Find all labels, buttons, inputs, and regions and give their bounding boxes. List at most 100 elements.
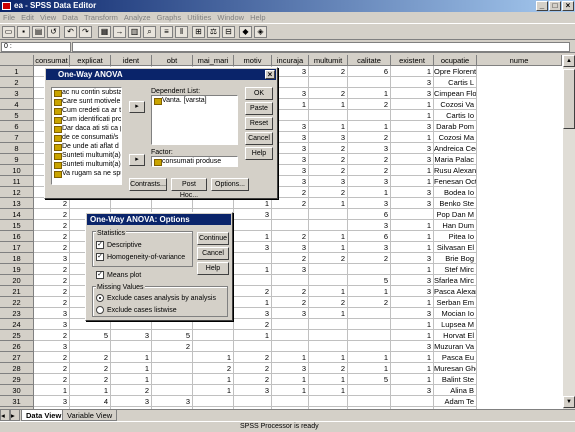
table-cell[interactable]: 3 [391,77,434,88]
table-cell[interactable]: Rusu Alexan [434,165,477,176]
list-item[interactable]: De unde ati aflat d [52,142,121,151]
table-cell[interactable]: Lupsea M [434,319,477,330]
table-cell[interactable]: 1 [391,176,434,187]
exclude-analysis-radio[interactable] [96,294,104,302]
table-cell[interactable]: 3 [348,198,391,209]
table-cell[interactable]: 2 [234,352,272,363]
table-cell[interactable]: 1 [309,242,348,253]
row-number[interactable]: 10 [0,165,34,176]
insert-case-icon[interactable]: ≡ [160,26,173,38]
table-cell[interactable] [152,374,193,385]
table-cell[interactable]: 5 [152,330,193,341]
table-cell[interactable]: 1 [111,374,152,385]
table-cell[interactable]: Silvasan El [434,242,477,253]
table-cell[interactable]: 1 [234,297,272,308]
table-cell[interactable]: 3 [272,308,309,319]
table-cell[interactable]: Fenesan Octav [434,176,477,187]
table-cell[interactable]: 1 [193,385,234,396]
row-number[interactable]: 16 [0,231,34,242]
table-cell[interactable]: 3 [348,220,391,231]
table-cell[interactable] [193,330,234,341]
table-cell[interactable]: 2 [34,275,70,286]
table-cell[interactable]: 1 [70,385,111,396]
table-cell[interactable]: Cartis Io [434,110,477,121]
table-cell[interactable]: Pasca Eu [434,352,477,363]
table-cell[interactable]: 3 [234,242,272,253]
table-cell[interactable] [309,220,348,231]
table-cell[interactable]: 2 [70,374,111,385]
split-file-icon[interactable]: ⊞ [192,26,205,38]
table-cell[interactable]: 3 [111,330,152,341]
table-cell[interactable]: 5 [348,374,391,385]
maximize-button[interactable]: □ [549,1,561,11]
table-cell[interactable]: 1 [272,385,309,396]
column-header[interactable]: consumat [34,55,70,66]
table-cell[interactable]: Benko Ste [434,198,477,209]
table-cell[interactable]: 6 [348,66,391,77]
redo-icon[interactable]: ↷ [79,26,92,38]
table-cell[interactable] [272,396,309,407]
column-header[interactable]: nume [477,55,562,66]
table-cell[interactable]: 2 [34,198,70,209]
help-button[interactable]: Help [245,147,273,160]
table-cell[interactable]: 1 [309,198,348,209]
row-number[interactable]: 9 [0,154,34,165]
list-item[interactable]: Vanta. [varsta] [152,96,237,105]
table-cell[interactable]: 3 [34,396,70,407]
table-cell[interactable]: 1 [391,242,434,253]
homogeneity-checkbox[interactable]: ✓ [96,253,104,261]
table-cell[interactable]: 1 [234,231,272,242]
table-cell[interactable]: 3 [348,143,391,154]
table-cell[interactable]: 1 [391,132,434,143]
table-cell[interactable]: 2 [34,297,70,308]
table-cell[interactable] [309,319,348,330]
table-cell[interactable]: 2 [234,374,272,385]
table-cell[interactable]: Han Dum [434,220,477,231]
table-cell[interactable]: Muzuran Va [434,341,477,352]
row-number[interactable]: 14 [0,209,34,220]
table-cell[interactable] [193,396,234,407]
table-cell[interactable]: 1 [348,363,391,374]
row-number[interactable]: 21 [0,286,34,297]
table-cell[interactable]: 2 [234,319,272,330]
row-number[interactable]: 31 [0,396,34,407]
column-header[interactable]: ocupatie [434,55,477,66]
table-cell[interactable]: 3 [152,396,193,407]
undo-icon[interactable]: ↶ [64,26,77,38]
table-cell[interactable] [272,341,309,352]
tab-scroll-right-icon[interactable]: ▸ [10,410,20,421]
table-cell[interactable]: Serban Em [434,297,477,308]
table-cell[interactable]: 2 [34,264,70,275]
row-number[interactable]: 26 [0,341,34,352]
table-cell[interactable] [111,198,152,209]
options-button[interactable]: Options... [211,178,249,191]
table-cell[interactable]: 1 [272,352,309,363]
table-cell[interactable]: 3 [234,209,272,220]
table-cell[interactable]: Pop Dan M [434,209,477,220]
table-cell[interactable]: 3 [391,198,434,209]
scroll-down-icon[interactable]: ▼ [563,396,575,408]
menu-item-help[interactable]: Help [247,12,268,23]
table-cell[interactable] [309,396,348,407]
row-number[interactable]: 3 [0,88,34,99]
table-cell[interactable]: 1 [234,330,272,341]
find-icon[interactable]: ⌕ [143,26,156,38]
table-cell[interactable]: 1 [391,165,434,176]
table-cell[interactable] [348,319,391,330]
grid-corner[interactable] [0,55,34,66]
column-header[interactable]: motiv [234,55,272,66]
table-cell[interactable]: 1 [309,352,348,363]
table-cell[interactable]: Brie Bog [434,253,477,264]
options-cancel-button[interactable]: Cancel [197,247,229,260]
row-number[interactable]: 18 [0,253,34,264]
table-cell[interactable] [272,319,309,330]
table-cell[interactable]: 3 [391,308,434,319]
column-header[interactable]: calitate [348,55,391,66]
paste-button[interactable]: Paste [245,102,273,115]
table-cell[interactable] [272,275,309,286]
table-cell[interactable]: Andreica Cec [434,143,477,154]
table-cell[interactable]: 3 [34,308,70,319]
row-number[interactable]: 11 [0,176,34,187]
table-cell[interactable]: 1 [391,374,434,385]
menu-item-view[interactable]: View [37,12,59,23]
